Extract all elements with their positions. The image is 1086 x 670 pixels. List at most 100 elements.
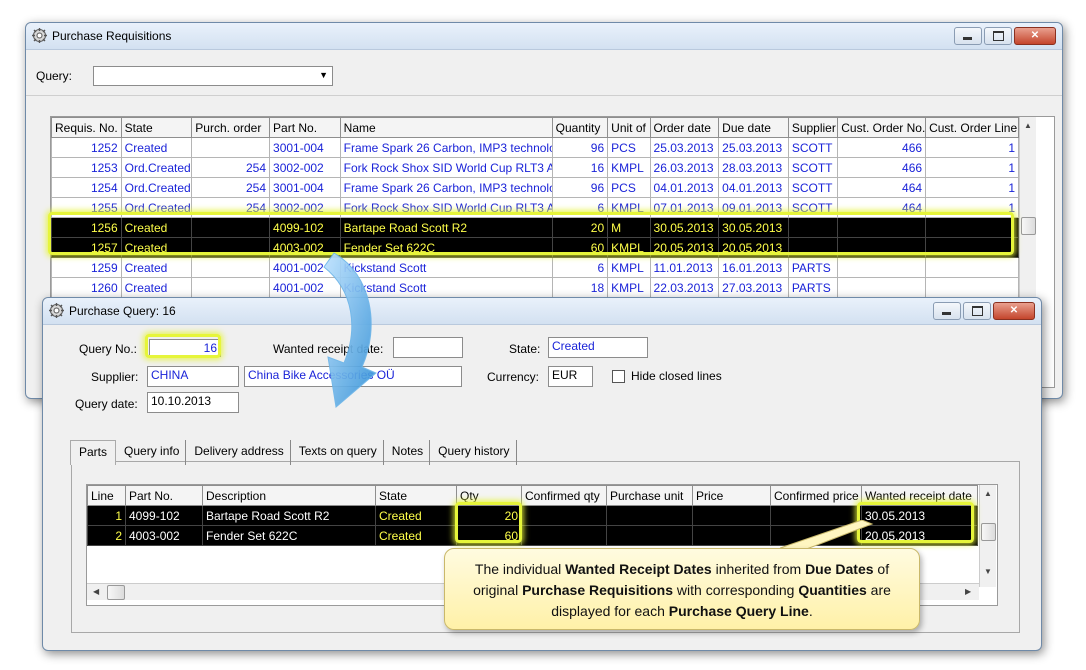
cell-unit[interactable]: PCS (607, 137, 651, 158)
cell-price[interactable] (692, 505, 771, 526)
table-row[interactable]: 1260 Created 4001-002 Kickstand Scott 18 KMPL… (51, 277, 1019, 298)
scroll-thumb[interactable] (107, 585, 125, 600)
cell-po[interactable]: 254 (191, 177, 271, 198)
cell-line[interactable]: 2 (87, 525, 126, 546)
cell-unit[interactable]: KMPL (607, 257, 651, 278)
column-header[interactable]: Cust. Order Line (925, 117, 1019, 138)
cell-state[interactable]: Created (120, 137, 193, 158)
tab-query-info[interactable]: Query info (118, 440, 187, 465)
cell-unit[interactable] (606, 505, 693, 526)
scroll-left-icon[interactable]: ◀ (93, 587, 99, 596)
wanted-receipt-date-field[interactable] (393, 337, 463, 358)
column-header[interactable]: Unit of (607, 117, 651, 138)
cell-qty[interactable]: 18 (551, 277, 609, 298)
cell-unit[interactable]: KMPL (607, 277, 651, 298)
minimize-button[interactable] (933, 302, 961, 320)
cell-sup[interactable]: PARTS (787, 257, 839, 278)
cell-part[interactable]: 3001-004 (269, 137, 341, 158)
cell-state[interactable]: Ord.Created (120, 157, 193, 178)
maximize-button[interactable] (984, 27, 1012, 45)
cell-due[interactable]: 28.03.2013 (718, 157, 789, 178)
cell-sup[interactable]: SCOTT (787, 177, 839, 198)
cell-req[interactable]: 1252 (51, 137, 122, 158)
cell-state[interactable]: Created (120, 277, 193, 298)
cell-req[interactable]: 1254 (51, 177, 122, 198)
scroll-thumb[interactable] (981, 523, 996, 541)
scroll-down-icon[interactable]: ▼ (984, 567, 992, 576)
column-header[interactable]: Line (87, 485, 126, 506)
hide-closed-lines-checkbox[interactable] (612, 370, 625, 383)
cell-cust[interactable]: 464 (837, 177, 927, 198)
cell-state[interactable]: Created (375, 525, 457, 546)
cell-price[interactable] (692, 525, 771, 546)
column-header[interactable]: Description (202, 485, 376, 506)
minimize-button[interactable] (954, 27, 982, 45)
cell-order[interactable]: 25.03.2013 (649, 137, 720, 158)
cell-cust[interactable]: 466 (837, 157, 927, 178)
table-row[interactable]: 1253 Ord.Created 254 3002-002 Fork Rock Shox… (51, 157, 1019, 178)
cell-line[interactable]: 1 (925, 137, 1019, 158)
cell-due[interactable]: 27.03.2013 (718, 277, 789, 298)
cell-due[interactable]: 16.01.2013 (718, 257, 789, 278)
table-row[interactable]: 1252 Created 3001-004 Frame Spark 26 Carbon… (51, 137, 1019, 158)
maximize-button[interactable] (963, 302, 991, 320)
column-header[interactable]: Part No. (125, 485, 203, 506)
cell-desc[interactable]: Bartape Road Scott R2 (202, 505, 376, 526)
cell-sup[interactable]: PARTS (787, 277, 839, 298)
column-header[interactable]: Confirmed price (770, 485, 862, 506)
cell-part[interactable]: 4099-102 (125, 505, 203, 526)
cell-po[interactable] (191, 137, 271, 158)
cell-due[interactable]: 25.03.2013 (718, 137, 789, 158)
cell-unit[interactable]: PCS (607, 177, 651, 198)
column-header[interactable]: Part No. (269, 117, 341, 138)
scroll-up-icon[interactable]: ▲ (984, 489, 992, 498)
cell-po[interactable] (191, 277, 271, 298)
cell-cust[interactable] (837, 277, 927, 298)
cell-order[interactable]: 11.01.2013 (649, 257, 720, 278)
cell-part[interactable]: 3002-002 (269, 157, 341, 178)
column-header[interactable]: Confirmed qty (521, 485, 607, 506)
cell-order[interactable]: 04.01.2013 (649, 177, 720, 198)
table-row[interactable]: 1254 Ord.Created 254 3001-004 Frame Spark 26… (51, 177, 1019, 198)
cell-cust[interactable] (837, 257, 927, 278)
cell-qty[interactable]: 96 (551, 177, 609, 198)
column-header[interactable]: Supplier (787, 117, 839, 138)
cell-state[interactable]: Created (375, 505, 457, 526)
close-button[interactable]: ✕ (1014, 27, 1056, 45)
cell-conf[interactable] (521, 525, 607, 546)
tab-texts-on-query[interactable]: Texts on query (293, 440, 384, 465)
currency-field[interactable]: EUR (548, 366, 593, 387)
cell-part[interactable]: 4003-002 (125, 525, 203, 546)
cell-req[interactable]: 1259 (51, 257, 122, 278)
column-header[interactable]: Order date (649, 117, 720, 138)
cell-qty[interactable]: 6 (551, 257, 609, 278)
tab-query-history[interactable]: Query history (432, 440, 517, 465)
cell-name[interactable]: Frame Spark 26 Carbon, IMP3 technolog (339, 177, 553, 198)
column-header[interactable]: Purch. order (191, 117, 271, 138)
column-header[interactable]: Cust. Order No. (837, 117, 927, 138)
state-field[interactable]: Created (548, 337, 648, 358)
column-header[interactable]: Quantity (551, 117, 609, 138)
cell-po[interactable]: 254 (191, 157, 271, 178)
parts-vertical-scrollbar[interactable]: ▲ ▼ (979, 485, 996, 587)
column-header[interactable]: Due date (718, 117, 789, 138)
cell-line[interactable]: 1 (925, 177, 1019, 198)
column-header[interactable]: Purchase unit (606, 485, 693, 506)
column-header[interactable]: Price (692, 485, 771, 506)
column-header[interactable]: State (120, 117, 193, 138)
cell-name[interactable]: Fork Rock Shox SID World Cup RLT3 A (339, 157, 553, 178)
cell-state[interactable]: Created (120, 257, 193, 278)
cell-line[interactable] (925, 277, 1019, 298)
scroll-right-icon[interactable]: ▶ (965, 587, 971, 596)
cell-line[interactable]: 1 (87, 505, 126, 526)
cell-order[interactable]: 22.03.2013 (649, 277, 720, 298)
cell-req[interactable]: 1260 (51, 277, 122, 298)
cell-po[interactable] (191, 257, 271, 278)
cell-part[interactable]: 3001-004 (269, 177, 341, 198)
close-button[interactable]: ✕ (993, 302, 1035, 320)
query-select[interactable]: ▼ (93, 66, 333, 86)
column-header[interactable]: State (375, 485, 457, 506)
cell-name[interactable]: Frame Spark 26 Carbon, IMP3 technolog (339, 137, 553, 158)
cell-line[interactable] (925, 257, 1019, 278)
cell-state[interactable]: Ord.Created (120, 177, 193, 198)
